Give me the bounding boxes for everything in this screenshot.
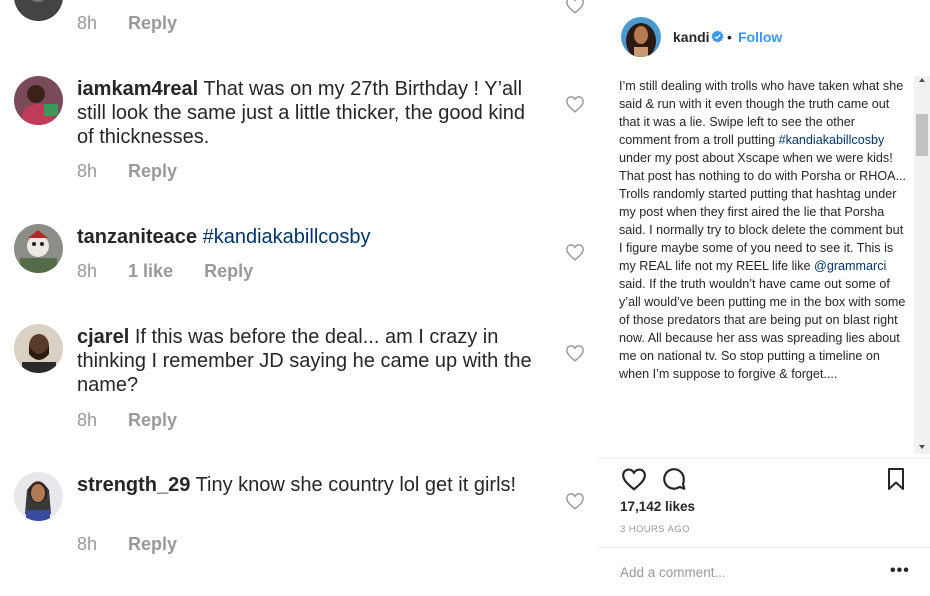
more-options-icon[interactable]: ••• xyxy=(890,562,910,580)
comment-time: 8h xyxy=(77,13,98,33)
like-comment-icon[interactable] xyxy=(565,0,585,14)
comment-meta: 8h Reply xyxy=(77,534,203,555)
avatar[interactable] xyxy=(14,324,63,373)
reply-button[interactable]: Reply xyxy=(128,13,177,33)
comment-likes[interactable]: 1 like xyxy=(128,261,173,281)
comment-meta: 8h Reply xyxy=(77,410,203,431)
reply-button[interactable]: Reply xyxy=(128,161,177,181)
scroll-down-arrow-icon[interactable] xyxy=(919,445,925,449)
like-comment-icon[interactable] xyxy=(565,492,585,510)
like-heart-icon[interactable] xyxy=(621,467,647,491)
comment-time: 8h xyxy=(77,161,98,181)
comment-hashtag[interactable]: #kandiakabillcosby xyxy=(203,226,371,248)
scroll-up-arrow-icon[interactable] xyxy=(919,78,925,82)
post-actions xyxy=(597,458,930,498)
comment-text: cjarel If this was before the deal... am… xyxy=(77,325,547,397)
avatar[interactable] xyxy=(14,0,63,21)
reply-button[interactable]: Reply xyxy=(128,410,177,430)
comment-username[interactable]: tanzaniteace xyxy=(77,226,197,248)
caption-hashtag[interactable]: #kandiakabillcosby xyxy=(779,133,885,147)
comment-username[interactable]: cjarel xyxy=(77,326,129,348)
post-timestamp: 3 HOURS AGO xyxy=(620,524,690,535)
comment-meta: 8h Reply xyxy=(77,161,203,182)
avatar[interactable] xyxy=(14,224,63,273)
comment-meta: 8h Reply xyxy=(77,13,203,34)
comment-text: tanzaniteace #kandiakabillcosby xyxy=(77,225,547,249)
caption-mention[interactable]: @grammarci xyxy=(814,259,886,273)
post-avatar[interactable] xyxy=(621,17,661,57)
comment-username[interactable]: iamkam4real xyxy=(77,78,198,100)
like-comment-icon[interactable] xyxy=(565,243,585,261)
comment-bubble-icon[interactable] xyxy=(661,466,687,492)
caption-text: said. If the truth wouldn’t have came ou… xyxy=(619,277,906,381)
add-comment-row: ••• xyxy=(597,547,930,596)
separator-dot: • xyxy=(727,29,732,45)
caption-text: under my post about Xscape when we were … xyxy=(619,151,907,273)
comment-body: Tiny know she country lol get it girls! xyxy=(190,474,517,496)
comment-text: iamkam4real That was on my 27th Birthday… xyxy=(77,77,547,149)
caption-scrollbar[interactable] xyxy=(914,76,930,454)
post-header: kandi • Follow xyxy=(597,0,930,74)
avatar[interactable] xyxy=(14,472,63,521)
post-caption: I’m still dealing with trolls who have t… xyxy=(619,77,909,455)
reply-button[interactable]: Reply xyxy=(204,261,253,281)
comment-time: 8h xyxy=(77,534,98,554)
comment-username[interactable]: strength_29 xyxy=(77,474,190,496)
scrollbar-thumb[interactable] xyxy=(916,114,928,156)
comment-meta: 8h 1 like Reply xyxy=(77,261,279,282)
like-comment-icon[interactable] xyxy=(565,344,585,362)
comment-time: 8h xyxy=(77,261,98,281)
comments-zoom: 8h Reply iamkam4real That was on my 27th… xyxy=(0,0,597,596)
post-username[interactable]: kandi xyxy=(673,29,710,45)
verified-badge-icon xyxy=(711,30,724,43)
reply-button[interactable]: Reply xyxy=(128,534,177,554)
comment-text: strength_29 Tiny know she country lol ge… xyxy=(77,473,547,497)
like-comment-icon[interactable] xyxy=(565,95,585,113)
likes-count[interactable]: 17,142 likes xyxy=(620,499,695,514)
bookmark-icon[interactable] xyxy=(885,467,907,491)
add-comment-input[interactable] xyxy=(620,562,870,582)
avatar[interactable] xyxy=(14,76,63,125)
comment-body: If this was before the deal... am I craz… xyxy=(77,326,532,396)
post-panel: kandi • Follow I’m still dealing with tr… xyxy=(597,0,930,596)
follow-button[interactable]: Follow xyxy=(738,29,782,45)
comment-time: 8h xyxy=(77,410,98,430)
